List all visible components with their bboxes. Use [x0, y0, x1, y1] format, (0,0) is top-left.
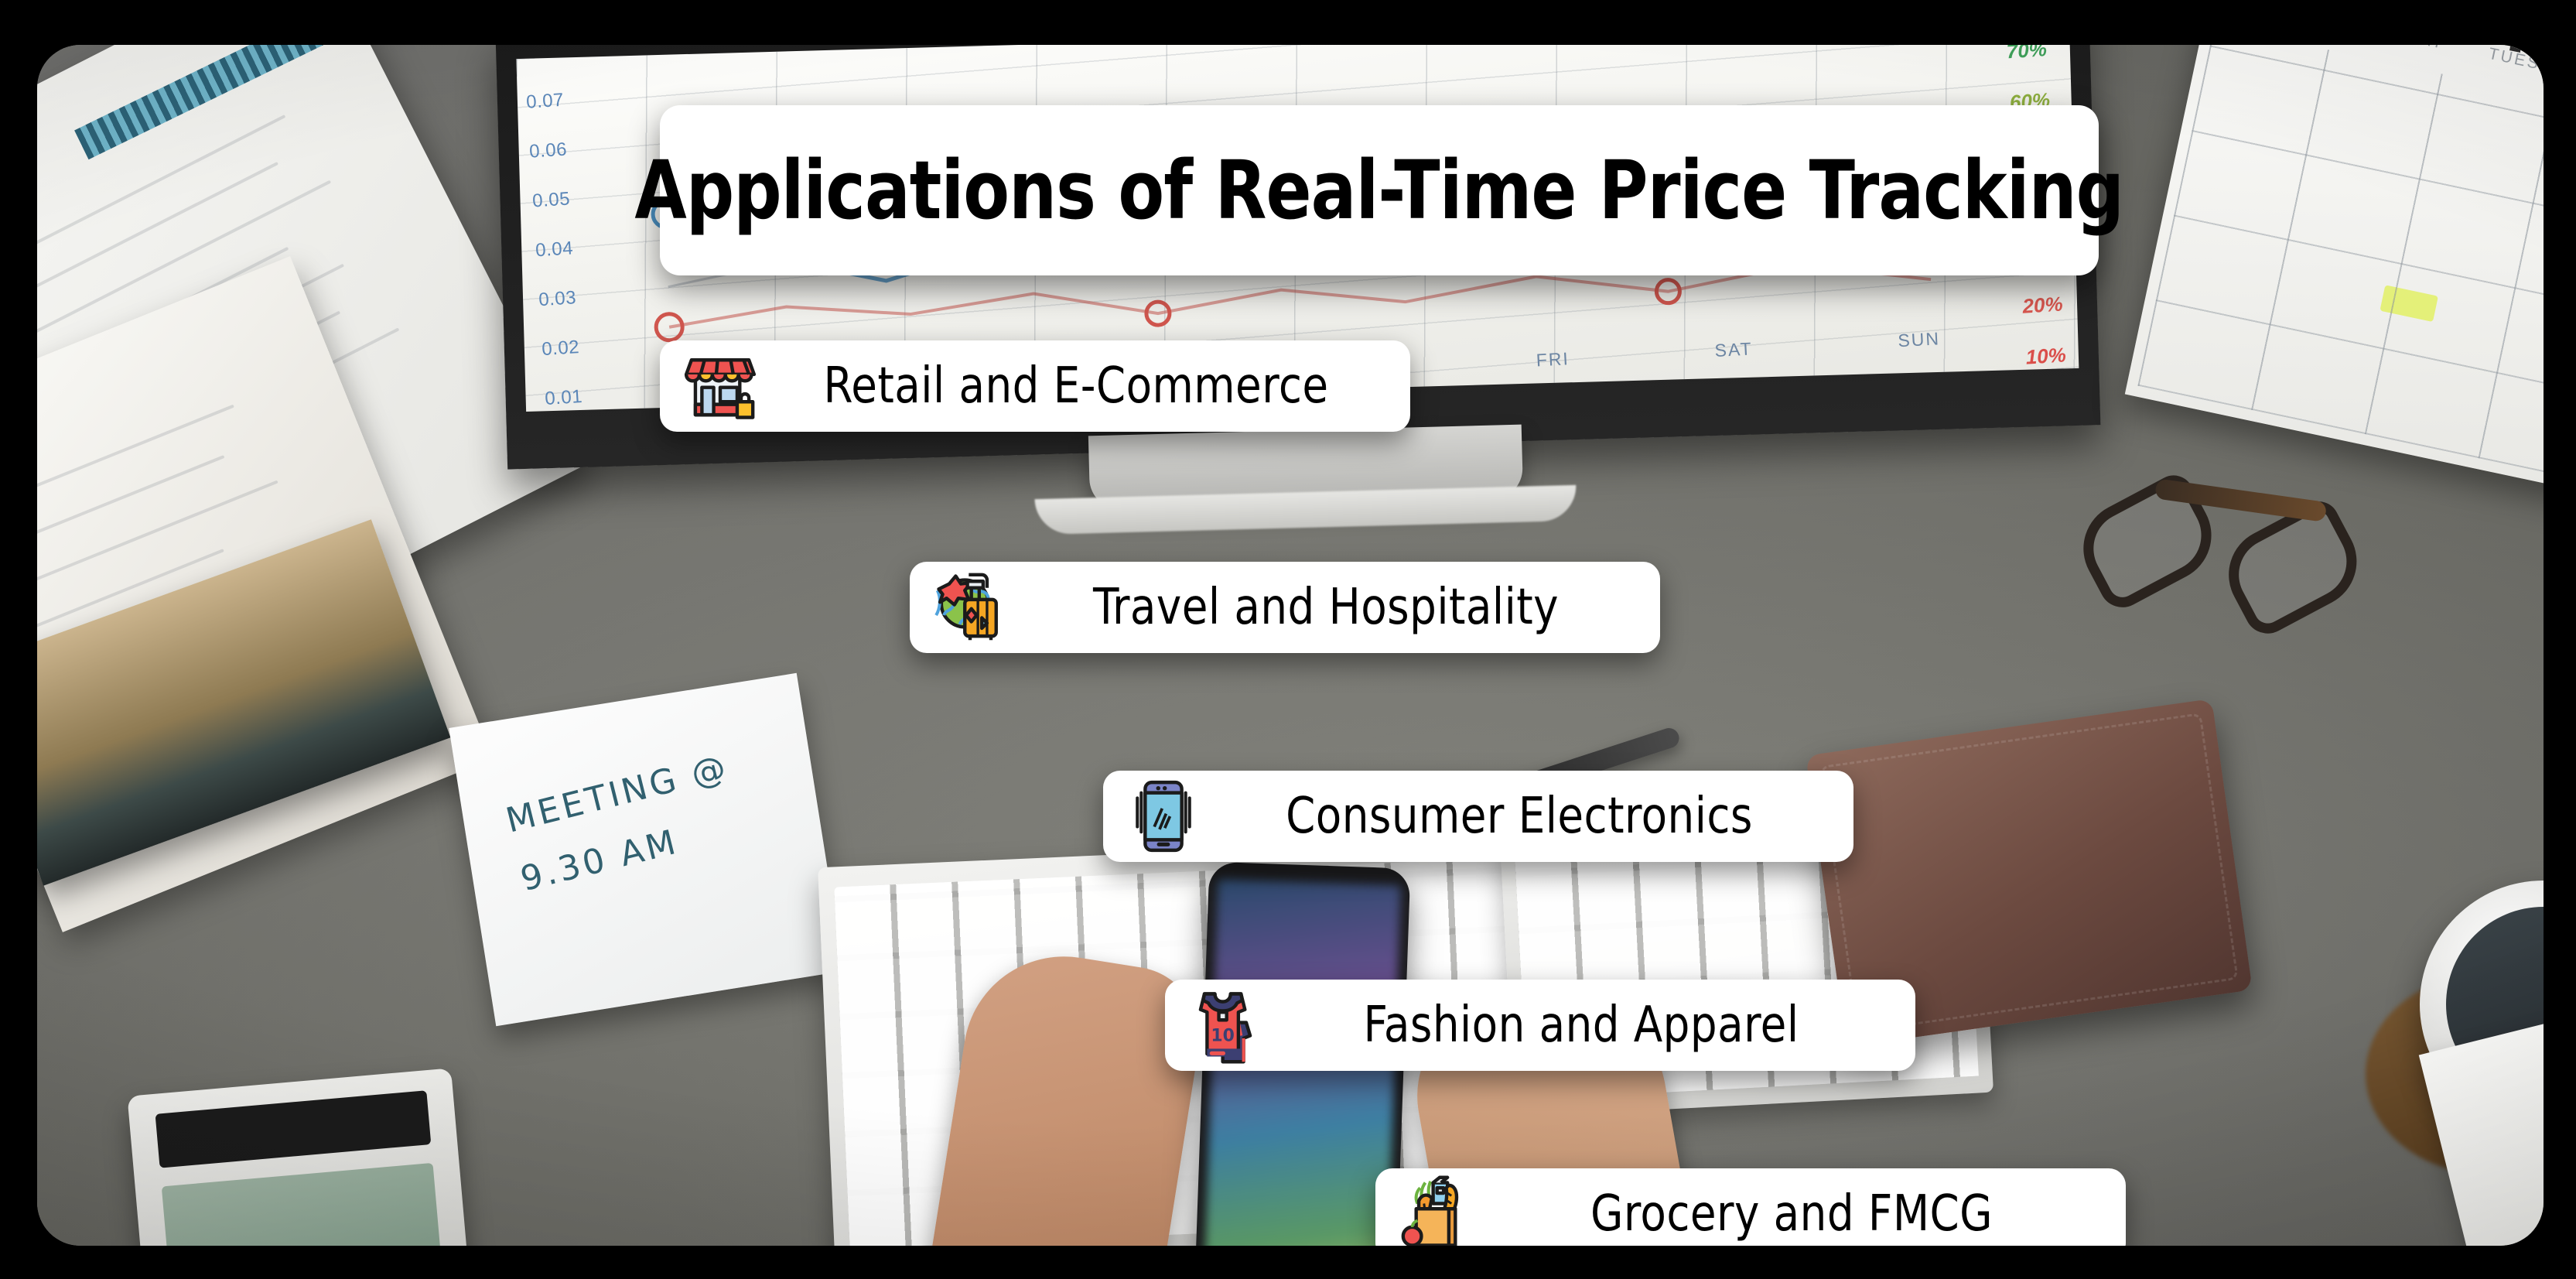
jersey-icon: 10	[1184, 983, 1267, 1067]
grocery-bag-icon	[1394, 1172, 1478, 1246]
list-item[interactable]: 10 Fashion and Apparel	[1165, 980, 1915, 1071]
svg-text:10: 10	[1211, 1026, 1235, 1045]
smartphone-icon	[1122, 775, 1205, 858]
list-item-label: Travel and Hospitality	[1093, 579, 1559, 636]
infographic-card: 0.07 0.06 0.05 0.04 0.03 0.02 0.01 70% 6…	[37, 45, 2544, 1246]
list-item[interactable]: Retail and E-Commerce	[660, 340, 1410, 432]
list-item-label: Retail and E-Commerce	[823, 357, 1329, 415]
travel-luggage-icon	[928, 566, 1012, 649]
screenshot-root: 0.07 0.06 0.05 0.04 0.03 0.02 0.01 70% 6…	[0, 0, 2576, 1279]
list-item-label: Fashion and Apparel	[1363, 997, 1799, 1054]
list-item[interactable]: Grocery and FMCG	[1375, 1168, 2126, 1246]
list-item-label: Consumer Electronics	[1286, 788, 1753, 845]
list-item[interactable]: Consumer Electronics	[1103, 771, 1853, 862]
list-item-label: Grocery and FMCG	[1590, 1185, 1993, 1243]
storefront-icon	[678, 344, 762, 428]
list-item[interactable]: Travel and Hospitality	[910, 562, 1660, 653]
page-title-card: Applications of Real-Time Price Tracking	[635, 105, 2124, 275]
page-title: Applications of Real-Time Price Tracking	[634, 143, 2124, 238]
